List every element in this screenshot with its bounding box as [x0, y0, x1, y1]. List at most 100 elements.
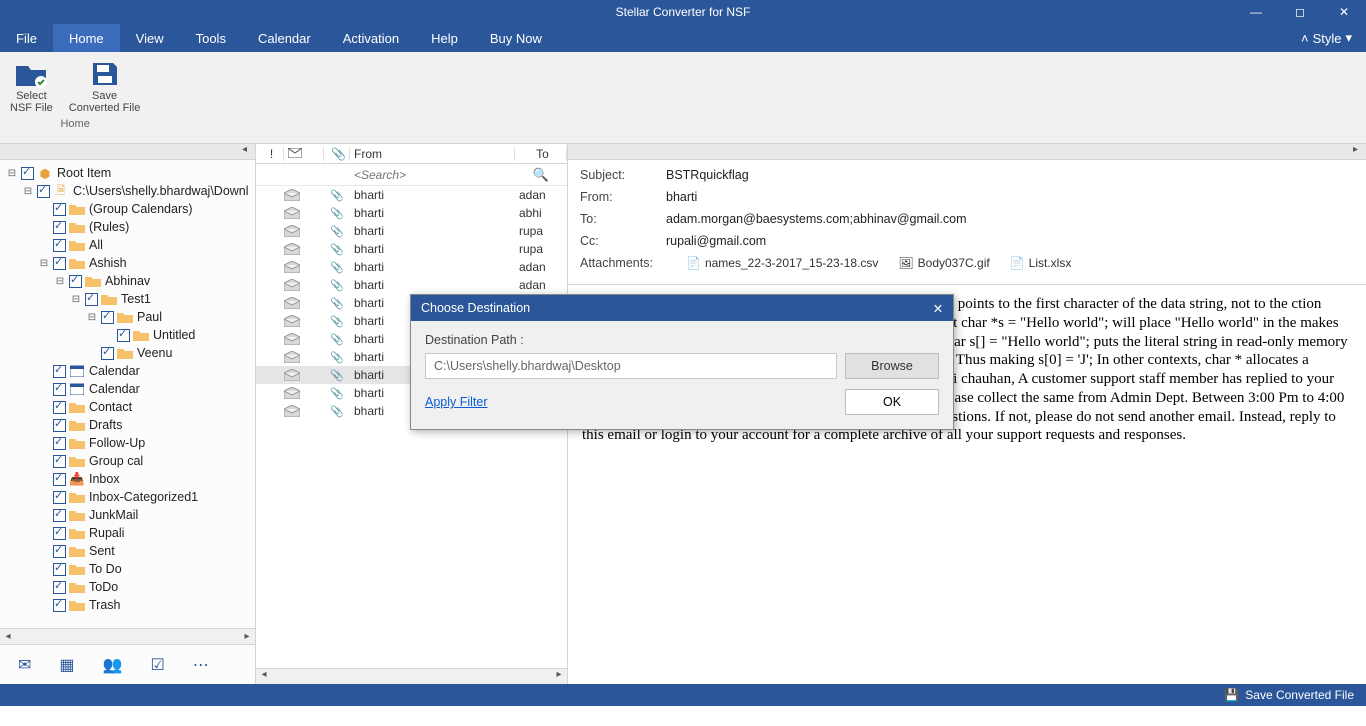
checkbox[interactable]	[53, 509, 66, 522]
menu-home[interactable]: Home	[53, 24, 120, 52]
tree-node[interactable]: Veenu	[0, 344, 255, 362]
menu-view[interactable]: View	[120, 24, 180, 52]
tree-node[interactable]: (Group Calendars)	[0, 200, 255, 218]
mail-icon[interactable]: ✉	[18, 655, 31, 675]
tree-node[interactable]: Sent	[0, 542, 255, 560]
checkbox[interactable]	[53, 401, 66, 414]
message-row[interactable]: 📎bhartiadan	[256, 186, 567, 204]
col-to[interactable]: To	[515, 147, 567, 161]
checkbox[interactable]	[69, 275, 82, 288]
status-save-label[interactable]: Save Converted File	[1245, 688, 1354, 702]
checkbox[interactable]	[53, 473, 66, 486]
checkbox[interactable]	[101, 347, 114, 360]
checkbox[interactable]	[53, 581, 66, 594]
destination-path-input[interactable]: C:\Users\shelly.bhardwaj\Desktop	[425, 353, 837, 379]
tree-body[interactable]: ⊟⬢Root Item⊟🗎C:\Users\shelly.bhardwaj\Do…	[0, 160, 255, 628]
checkbox[interactable]	[117, 329, 130, 342]
tree-node[interactable]: Drafts	[0, 416, 255, 434]
col-envelope[interactable]	[284, 147, 324, 161]
more-icon[interactable]: ⋯	[193, 655, 209, 675]
search-input[interactable]	[350, 168, 515, 182]
tree-node[interactable]: ⊟Abhinav	[0, 272, 255, 290]
tree-node[interactable]: JunkMail	[0, 506, 255, 524]
checkbox[interactable]	[53, 203, 66, 216]
tree-node[interactable]: 📥Inbox	[0, 470, 255, 488]
checkbox[interactable]	[53, 239, 66, 252]
checkbox[interactable]	[53, 527, 66, 540]
message-row[interactable]: 📎bhartiadan	[256, 276, 567, 294]
checkbox[interactable]	[85, 293, 98, 306]
browse-button[interactable]: Browse	[845, 353, 939, 379]
msg-scrollbar[interactable]: ◂ ▸	[256, 668, 567, 684]
checkbox[interactable]	[21, 167, 34, 180]
close-button[interactable]: ✕	[1322, 0, 1366, 24]
tree-node[interactable]: Calendar	[0, 362, 255, 380]
checkbox[interactable]	[53, 563, 66, 576]
tree-node[interactable]: Follow-Up	[0, 434, 255, 452]
minimize-button[interactable]: —	[1234, 0, 1278, 24]
tree-node[interactable]: Calendar	[0, 380, 255, 398]
menu-buy-now[interactable]: Buy Now	[474, 24, 558, 52]
checkbox[interactable]	[53, 545, 66, 558]
expand-icon[interactable]: ⊟	[38, 258, 50, 269]
maximize-button[interactable]: ◻	[1278, 0, 1322, 24]
menu-file[interactable]: File	[0, 24, 53, 52]
menu-tools[interactable]: Tools	[180, 24, 242, 52]
ok-button[interactable]: OK	[845, 389, 939, 415]
expand-icon[interactable]: ⊟	[86, 312, 98, 323]
select-nsf-file-button[interactable]: Select NSF File	[6, 58, 57, 114]
tree-node[interactable]: Untitled	[0, 326, 255, 344]
tree-node[interactable]: All	[0, 236, 255, 254]
tree-node[interactable]: Trash	[0, 596, 255, 614]
message-row[interactable]: 📎bhartiabhi	[256, 204, 567, 222]
tree-collapse-handle[interactable]: ◂	[0, 144, 255, 160]
message-row[interactable]: 📎bhartiadan	[256, 258, 567, 276]
tree-node[interactable]: Rupali	[0, 524, 255, 542]
save-converted-file-button[interactable]: Save Converted File	[65, 58, 145, 114]
checkbox[interactable]	[53, 599, 66, 612]
col-from[interactable]: From	[350, 147, 515, 161]
tree-node[interactable]: ⊟Ashish	[0, 254, 255, 272]
col-attachment[interactable]: 📎	[324, 147, 350, 161]
tree-node[interactable]: ⊟⬢Root Item	[0, 164, 255, 182]
tree-node[interactable]: ToDo	[0, 578, 255, 596]
calendar-grid-icon[interactable]: ▦	[59, 655, 74, 675]
tree-node[interactable]: (Rules)	[0, 218, 255, 236]
expand-icon[interactable]: ⊟	[6, 168, 18, 179]
expand-icon[interactable]: ⊟	[70, 294, 82, 305]
checkbox[interactable]	[101, 311, 114, 324]
tree-node[interactable]: ⊟Test1	[0, 290, 255, 308]
scroll-left-icon[interactable]: ◂	[0, 631, 16, 642]
col-flag[interactable]: !	[256, 147, 284, 161]
checkbox[interactable]	[53, 491, 66, 504]
checkbox[interactable]	[53, 257, 66, 270]
attachment-item[interactable]: 🖼Body037C.gif	[898, 256, 989, 270]
checkbox[interactable]	[53, 383, 66, 396]
apply-filter-link[interactable]: Apply Filter	[425, 395, 488, 409]
checkbox[interactable]	[53, 455, 66, 468]
style-dropdown[interactable]: ˄ Style ▾	[1287, 24, 1366, 52]
scroll-right-icon[interactable]: ▸	[239, 631, 255, 642]
attachment-item[interactable]: 📄List.xlsx	[1010, 256, 1072, 270]
tree-node[interactable]: ⊟🗎C:\Users\shelly.bhardwaj\Downl	[0, 182, 255, 200]
scroll-right-icon[interactable]: ▸	[551, 669, 567, 684]
checkbox[interactable]	[53, 221, 66, 234]
tree-node[interactable]: To Do	[0, 560, 255, 578]
tasks-icon[interactable]: ☑	[150, 655, 164, 675]
checkbox[interactable]	[53, 419, 66, 432]
expand-icon[interactable]: ⊟	[54, 276, 66, 287]
tree-node[interactable]: Contact	[0, 398, 255, 416]
message-row[interactable]: 📎bhartirupa	[256, 222, 567, 240]
checkbox[interactable]	[37, 185, 50, 198]
menu-calendar[interactable]: Calendar	[242, 24, 327, 52]
tree-node[interactable]: Group cal	[0, 452, 255, 470]
checkbox[interactable]	[53, 365, 66, 378]
menu-help[interactable]: Help	[415, 24, 474, 52]
search-icon[interactable]: 🔍	[515, 167, 567, 183]
tree-scrollbar[interactable]: ◂ ▸	[0, 628, 255, 644]
tree-node[interactable]: Inbox-Categorized1	[0, 488, 255, 506]
message-row[interactable]: 📎bhartirupa	[256, 240, 567, 258]
dialog-close-button[interactable]: ✕	[923, 301, 953, 316]
tree-node[interactable]: ⊟Paul	[0, 308, 255, 326]
menu-activation[interactable]: Activation	[327, 24, 415, 52]
